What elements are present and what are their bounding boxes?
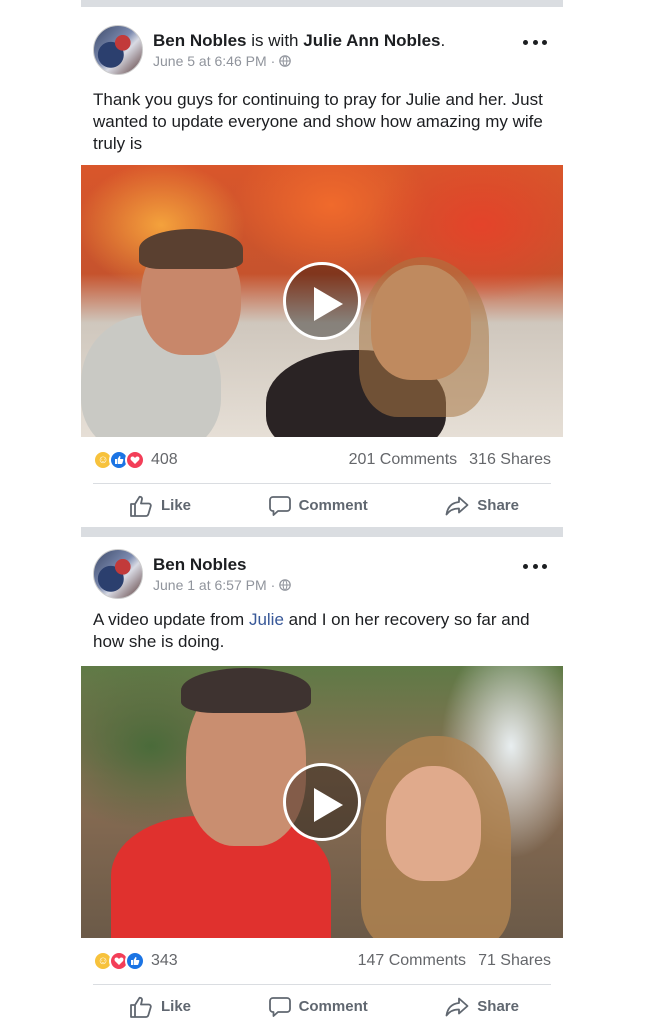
- reactions-summary[interactable]: ☺ 408: [93, 450, 178, 470]
- comment-bubble-icon: [268, 996, 291, 1017]
- engagement-counts: 147 Comments 71 Shares: [358, 952, 551, 970]
- mention-link[interactable]: Julie: [249, 610, 284, 629]
- share-arrow-icon: [445, 997, 469, 1016]
- comments-count[interactable]: 201 Comments: [349, 451, 458, 469]
- feed-divider: [81, 0, 563, 7]
- comment-bubble-icon: [268, 495, 291, 516]
- share-label: Share: [477, 998, 519, 1015]
- avatar[interactable]: [93, 549, 143, 599]
- post-actions: Like Comment Share: [93, 483, 551, 527]
- video-player[interactable]: [81, 165, 563, 437]
- comments-count[interactable]: 147 Comments: [358, 952, 467, 970]
- play-icon: [314, 287, 343, 321]
- post-text-body: Thank you guys for continuing to pray fo…: [93, 90, 543, 153]
- post-meta: June 5 at 6:46 PM ·: [153, 53, 292, 69]
- share-arrow-icon: [445, 496, 469, 515]
- video-player[interactable]: [81, 666, 563, 938]
- avatar[interactable]: [93, 25, 143, 75]
- post-stats: ☺ 408 201 Comments 316 Shares: [81, 437, 563, 483]
- tagged-name[interactable]: Julie Ann Nobles: [303, 31, 440, 50]
- globe-icon: [279, 55, 292, 67]
- like-button[interactable]: Like: [129, 996, 191, 1018]
- play-button[interactable]: [283, 262, 361, 340]
- shares-count[interactable]: 71 Shares: [478, 952, 551, 970]
- comment-label: Comment: [298, 998, 368, 1015]
- play-icon: [314, 788, 343, 822]
- meta-separator: ·: [270, 577, 276, 593]
- comment-button[interactable]: Comment: [268, 495, 368, 517]
- author-name[interactable]: Ben Nobles: [153, 31, 247, 50]
- meta-separator: ·: [270, 53, 276, 69]
- video-person-right-head: [386, 766, 481, 881]
- post-text-body: A video update from: [93, 610, 249, 629]
- author-name[interactable]: Ben Nobles: [153, 555, 247, 574]
- post-author-line: Ben Nobles is with Julie Ann Nobles.: [153, 31, 445, 51]
- like-reaction-icon: [125, 951, 145, 971]
- video-person-left-hair: [181, 668, 311, 713]
- feed-divider: [81, 527, 563, 537]
- post: Ben Nobles is with Julie Ann Nobles. Jun…: [81, 7, 563, 527]
- post-text: Thank you guys for continuing to pray fo…: [81, 79, 563, 165]
- comment-label: Comment: [298, 497, 368, 514]
- post-header: Ben Nobles is with Julie Ann Nobles. Jun…: [81, 7, 563, 79]
- with-text: is with: [251, 31, 299, 50]
- post: Ben Nobles June 1 at 6:57 PM · A video u…: [81, 537, 563, 1023]
- reaction-count: 343: [151, 952, 178, 969]
- video-person-right-hair: [359, 257, 489, 417]
- like-button[interactable]: Like: [129, 495, 191, 517]
- post-header: Ben Nobles June 1 at 6:57 PM ·: [81, 537, 563, 599]
- post-meta: June 1 at 6:57 PM ·: [153, 577, 292, 593]
- more-options-icon[interactable]: [523, 37, 547, 47]
- like-label: Like: [161, 497, 192, 514]
- comment-button[interactable]: Comment: [268, 996, 368, 1018]
- share-label: Share: [477, 497, 519, 514]
- post-author-line: Ben Nobles: [153, 555, 247, 575]
- globe-icon: [279, 579, 292, 591]
- love-reaction-icon: [125, 450, 145, 470]
- post-timestamp[interactable]: June 5 at 6:46 PM: [153, 53, 267, 69]
- play-button[interactable]: [283, 763, 361, 841]
- post-actions: Like Comment Share: [93, 984, 551, 1023]
- like-thumb-icon: [130, 495, 152, 517]
- post-text: A video update from Julie and I on her r…: [81, 599, 563, 666]
- share-button[interactable]: Share: [445, 496, 519, 516]
- shares-count[interactable]: 316 Shares: [469, 451, 551, 469]
- reaction-count: 408: [151, 451, 178, 468]
- post-timestamp[interactable]: June 1 at 6:57 PM: [153, 577, 267, 593]
- news-feed: Ben Nobles is with Julie Ann Nobles. Jun…: [81, 0, 563, 1023]
- like-thumb-icon: [130, 996, 152, 1018]
- post-stats: ☺ 343 147 Comments 71 Shares: [81, 938, 563, 984]
- like-label: Like: [161, 998, 192, 1015]
- engagement-counts: 201 Comments 316 Shares: [349, 451, 551, 469]
- reactions-summary[interactable]: ☺ 343: [93, 951, 178, 971]
- video-person-left-hair: [139, 229, 243, 269]
- tagged-suffix: .: [440, 31, 446, 50]
- share-button[interactable]: Share: [445, 997, 519, 1017]
- more-options-icon[interactable]: [523, 561, 547, 571]
